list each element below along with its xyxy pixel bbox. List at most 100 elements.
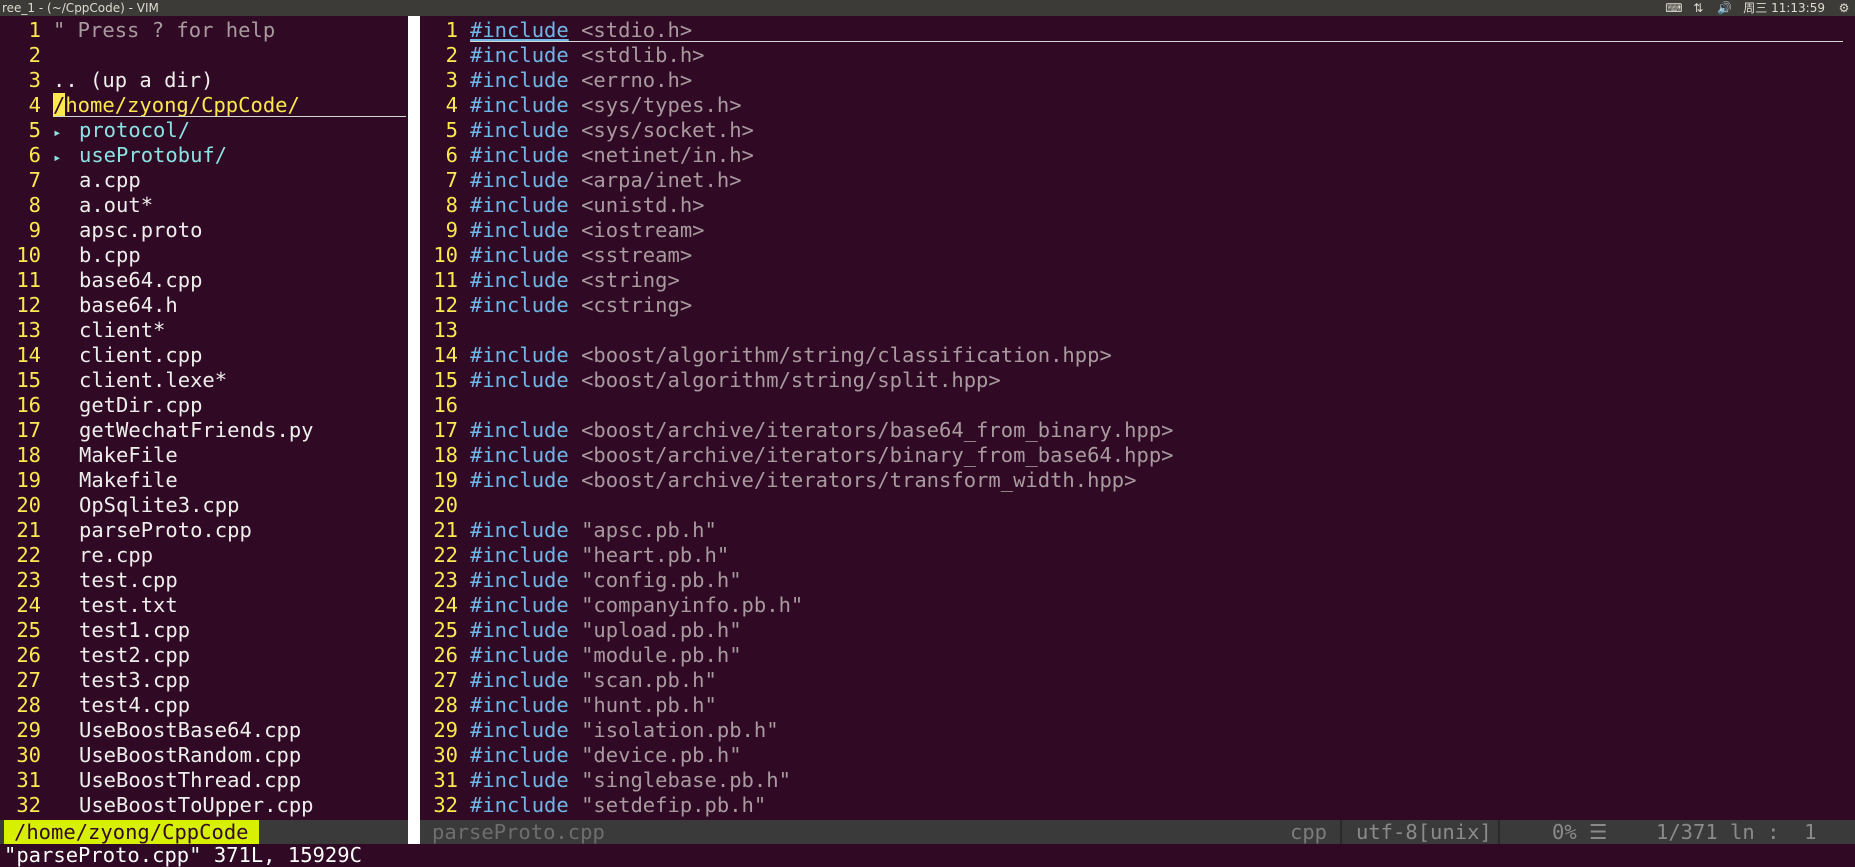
code-line[interactable]: 16 [420,393,1855,418]
tree-line[interactable]: 11 base64.cpp [0,268,408,293]
code-line[interactable]: 9 #include <iostream> [420,218,1855,243]
file-item[interactable]: MakeFile [79,443,178,467]
code-line[interactable]: 7 #include <arpa/inet.h> [420,168,1855,193]
tree-line[interactable]: 5 ▸ protocol/ [0,118,408,143]
file-item[interactable]: test.txt [79,593,178,617]
code-line[interactable]: 26 #include "module.pb.h" [420,643,1855,668]
code-line[interactable]: 19 #include <boost/archive/iterators/tran… [420,468,1855,493]
file-item[interactable]: OpSqlite3.cpp [79,493,239,517]
nerdtree-pane[interactable]: 1 " Press ? for help 2 3 .. (up a dir) 4 /home… [0,18,408,820]
tree-line[interactable]: 17 getWechatFriends.py [0,418,408,443]
code-line[interactable]: 23 #include "config.pb.h" [420,568,1855,593]
file-item[interactable]: a.cpp [79,168,141,192]
tree-line[interactable]: 20 OpSqlite3.cpp [0,493,408,518]
code-line[interactable]: 3 #include <errno.h> [420,68,1855,93]
gear-icon[interactable]: ⚙ [1837,0,1851,16]
code-line[interactable]: 10 #include <sstream> [420,243,1855,268]
file-item[interactable]: test3.cpp [79,668,190,692]
volume-icon[interactable]: 🔊 [1717,0,1732,16]
file-item[interactable]: test.cpp [79,568,178,592]
file-item[interactable]: client.lexe* [79,368,227,392]
command-line[interactable]: "parseProto.cpp" 371L, 15929C [4,844,362,867]
tree-line[interactable]: 28 test4.cpp [0,693,408,718]
tree-line[interactable]: 14 client.cpp [0,343,408,368]
directory-item[interactable]: protocol/ [79,118,190,142]
tree-line[interactable]: 1 " Press ? for help [0,18,408,43]
tree-line[interactable]: 24 test.txt [0,593,408,618]
file-item[interactable]: UseBoostThread.cpp [79,768,301,792]
code-line[interactable]: 20 [420,493,1855,518]
clock[interactable]: 周三 11:13:59 [1743,0,1825,16]
code-line[interactable]: 1 #include <stdio.h> [420,18,1855,43]
file-item[interactable]: getWechatFriends.py [79,418,314,442]
file-item[interactable]: re.cpp [79,543,153,567]
file-item[interactable]: parseProto.cpp [79,518,252,542]
file-item[interactable]: b.cpp [79,243,141,267]
tree-line[interactable]: 30 UseBoostRandom.cpp [0,743,408,768]
tree-line[interactable]: 6 ▸ useProtobuf/ [0,143,408,168]
tree-line[interactable]: 4 /home/zyong/CppCode/ [0,93,408,118]
tree-line[interactable]: 8 a.out* [0,193,408,218]
file-item[interactable]: apsc.proto [79,218,202,242]
file-item[interactable]: test4.cpp [79,693,190,717]
tree-line[interactable]: 27 test3.cpp [0,668,408,693]
code-line[interactable]: 25 #include "upload.pb.h" [420,618,1855,643]
code-line[interactable]: 12 #include <cstring> [420,293,1855,318]
code-line[interactable]: 24 #include "companyinfo.pb.h" [420,593,1855,618]
code-line[interactable]: 13 [420,318,1855,343]
code-line[interactable]: 6 #include <netinet/in.h> [420,143,1855,168]
tree-line[interactable]: 16 getDir.cpp [0,393,408,418]
tree-line[interactable]: 22 re.cpp [0,543,408,568]
code-line[interactable]: 32 #include "setdefip.pb.h" [420,793,1855,818]
file-item[interactable]: getDir.cpp [79,393,202,417]
code-line[interactable]: 14 #include <boost/algorithm/string/class… [420,343,1855,368]
tree-line[interactable]: 18 MakeFile [0,443,408,468]
tree-line[interactable]: 9 apsc.proto [0,218,408,243]
code-line[interactable]: 27 #include "scan.pb.h" [420,668,1855,693]
tree-line[interactable]: 3 .. (up a dir) [0,68,408,93]
file-item[interactable]: test1.cpp [79,618,190,642]
tree-line[interactable]: 21 parseProto.cpp [0,518,408,543]
file-item[interactable]: base64.h [79,293,178,317]
file-item[interactable]: client* [79,318,165,342]
tree-line[interactable]: 13 client* [0,318,408,343]
tree-line[interactable]: 15 client.lexe* [0,368,408,393]
code-line[interactable]: 22 #include "heart.pb.h" [420,543,1855,568]
tree-line[interactable]: 12 base64.h [0,293,408,318]
root-directory[interactable]: home/zyong/CppCode/ [65,93,300,117]
file-item[interactable]: a.out* [79,193,153,217]
file-item[interactable]: base64.cpp [79,268,202,292]
tree-line[interactable]: 26 test2.cpp [0,643,408,668]
file-item[interactable]: Makefile [79,468,178,492]
code-line[interactable]: 30 #include "device.pb.h" [420,743,1855,768]
code-line[interactable]: 21 #include "apsc.pb.h" [420,518,1855,543]
tree-line[interactable]: 10 b.cpp [0,243,408,268]
file-item[interactable]: UseBoostBase64.cpp [79,718,301,742]
up-a-dir-item[interactable]: .. (up a dir) [53,68,213,92]
code-line[interactable]: 31 #include "singlebase.pb.h" [420,768,1855,793]
code-line[interactable]: 11 #include <string> [420,268,1855,293]
editor-pane[interactable]: 1 #include <stdio.h> 2 #include <stdlib.h> 3… [420,18,1855,820]
tree-line[interactable]: 7 a.cpp [0,168,408,193]
code-line[interactable]: 4 #include <sys/types.h> [420,93,1855,118]
keyboard-icon[interactable]: ⌨ [1665,0,1682,16]
code-line[interactable]: 17 #include <boost/archive/iterators/base… [420,418,1855,443]
code-line[interactable]: 29 #include "isolation.pb.h" [420,718,1855,743]
tree-line[interactable]: 32 UseBoostToUpper.cpp [0,793,408,818]
tree-line[interactable]: 25 test1.cpp [0,618,408,643]
file-item[interactable]: test2.cpp [79,643,190,667]
file-item[interactable]: UseBoostToUpper.cpp [79,793,314,817]
tree-line[interactable]: 23 test.cpp [0,568,408,593]
file-item[interactable]: UseBoostRandom.cpp [79,743,301,767]
file-item[interactable]: client.cpp [79,343,202,367]
vertical-split-separator[interactable] [408,16,420,844]
code-line[interactable]: 8 #include <unistd.h> [420,193,1855,218]
directory-item[interactable]: useProtobuf/ [79,143,227,167]
code-line[interactable]: 5 #include <sys/socket.h> [420,118,1855,143]
tree-line[interactable]: 31 UseBoostThread.cpp [0,768,408,793]
network-icon[interactable]: ⇅ [1691,0,1705,16]
tree-line[interactable]: 19 Makefile [0,468,408,493]
tree-line[interactable]: 29 UseBoostBase64.cpp [0,718,408,743]
code-line[interactable]: 2 #include <stdlib.h> [420,43,1855,68]
tree-line[interactable]: 2 [0,43,408,68]
